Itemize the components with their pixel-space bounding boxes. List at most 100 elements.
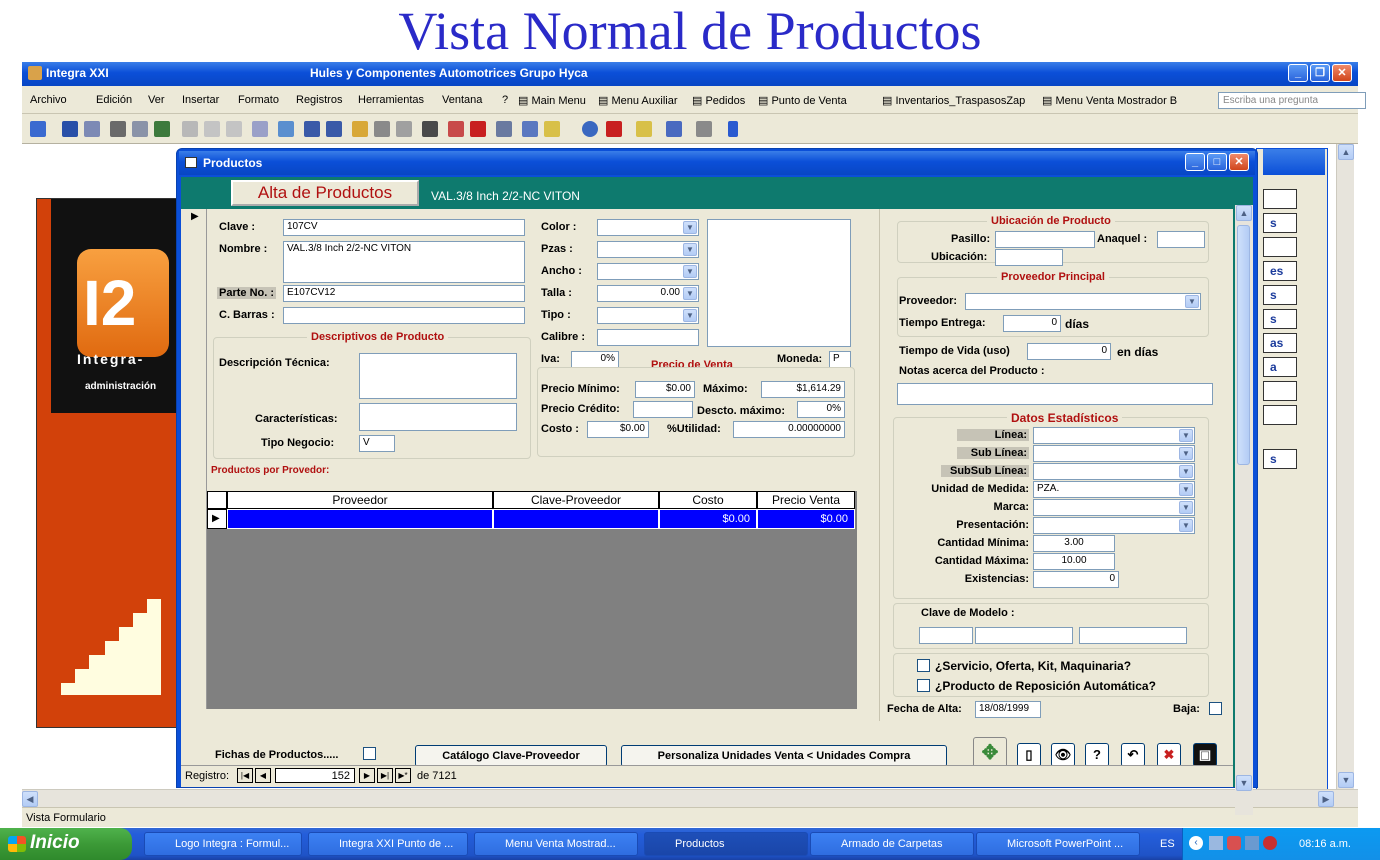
- font-color-icon[interactable]: [606, 121, 622, 137]
- chevron-down-icon[interactable]: ▼: [683, 309, 697, 322]
- moneda-field[interactable]: P: [829, 351, 851, 368]
- bg-form-button[interactable]: a: [1263, 357, 1297, 377]
- last-record-icon[interactable]: ▶|: [377, 768, 393, 783]
- menu-auxiliar-shortcut[interactable]: ▤ Menu Auxiliar: [598, 94, 678, 107]
- close-icon[interactable]: ✕: [1332, 64, 1352, 82]
- grid-header-proveedor[interactable]: Proveedor: [227, 491, 493, 509]
- find-icon[interactable]: [422, 121, 438, 137]
- maximize-icon[interactable]: □: [1207, 153, 1227, 171]
- first-record-icon[interactable]: |◀: [237, 768, 253, 783]
- caracteristicas-field[interactable]: [359, 403, 517, 431]
- costo-field[interactable]: $0.00: [587, 421, 649, 438]
- task-integra-punto[interactable]: Integra XXI Punto de ...: [308, 832, 468, 856]
- grid-cell-clave[interactable]: [493, 509, 659, 529]
- menu-herramientas[interactable]: Herramientas: [358, 94, 424, 106]
- grid-cell-costo[interactable]: $0.00: [659, 509, 757, 529]
- vertical-scrollbar[interactable]: ▲ ▼: [1336, 144, 1354, 789]
- chevron-down-icon[interactable]: ▼: [1185, 295, 1199, 308]
- nombre-field[interactable]: VAL.3/8 Inch 2/2-NC VITON: [283, 241, 525, 283]
- scroll-up-icon[interactable]: ▲: [1338, 144, 1354, 160]
- restore-icon[interactable]: ❐: [1310, 64, 1330, 82]
- task-powerpoint[interactable]: Microsoft PowerPoint ...: [976, 832, 1140, 856]
- color-select[interactable]: ▼: [597, 219, 699, 236]
- prev-record-icon[interactable]: ◀: [255, 768, 271, 783]
- exit-icon[interactable]: ▣: [1193, 743, 1217, 767]
- filter-form-icon[interactable]: [374, 121, 390, 137]
- grid-cell-precio[interactable]: $0.00: [757, 509, 855, 529]
- sort-asc-icon[interactable]: [304, 121, 320, 137]
- task-menu-venta[interactable]: Menu Venta Mostrad...: [474, 832, 638, 856]
- ask-question-input[interactable]: Escriba una pregunta: [1218, 92, 1366, 109]
- minimize-icon[interactable]: _: [1288, 64, 1308, 82]
- spelling-icon[interactable]: [154, 121, 170, 137]
- hyperlink-icon[interactable]: [278, 121, 294, 137]
- chevron-down-icon[interactable]: ▼: [683, 243, 697, 256]
- chevron-down-icon[interactable]: ▼: [683, 287, 697, 300]
- bg-form-button[interactable]: es: [1263, 261, 1297, 281]
- tiempo-vida-field[interactable]: 0: [1027, 343, 1111, 360]
- menu-edicion[interactable]: Edición: [96, 94, 132, 106]
- minimize-icon[interactable]: _: [1185, 153, 1205, 171]
- parte-field[interactable]: E107CV12: [283, 285, 525, 302]
- chevron-down-icon[interactable]: ▼: [1179, 429, 1193, 442]
- tipo-negocio-field[interactable]: V: [359, 435, 395, 452]
- tipo-select[interactable]: ▼: [597, 307, 699, 324]
- clave-field[interactable]: 107CV: [283, 219, 525, 236]
- marca-select[interactable]: ▼: [1033, 499, 1195, 516]
- bg-form-button[interactable]: as: [1263, 333, 1297, 353]
- properties-icon[interactable]: [496, 121, 512, 137]
- paste-icon[interactable]: [226, 121, 242, 137]
- task-logo-integra[interactable]: Logo Integra : Formul...: [144, 832, 302, 856]
- chevron-down-icon[interactable]: ▼: [1179, 447, 1193, 460]
- undo-icon[interactable]: ↶: [1121, 743, 1145, 767]
- network-icon[interactable]: [1209, 836, 1223, 850]
- save-icon[interactable]: [62, 121, 78, 137]
- fecha-alta-field[interactable]: 18/08/1999: [975, 701, 1041, 718]
- personaliza-unidades-button[interactable]: Personaliza Unidades Venta < Unidades Co…: [621, 745, 947, 767]
- chevron-down-icon[interactable]: ▼: [1179, 465, 1193, 478]
- desc-tecnica-field[interactable]: [359, 353, 517, 399]
- task-armado-carpetas[interactable]: Armado de Carpetas: [810, 832, 974, 856]
- menu-registros[interactable]: Registros: [296, 94, 342, 106]
- form-scrollbar[interactable]: ▲ ▼: [1235, 205, 1253, 815]
- maximo-field[interactable]: $1,614.29: [761, 381, 845, 398]
- utilidad-field[interactable]: 0.00000000: [733, 421, 845, 438]
- delete-record-icon[interactable]: [470, 121, 486, 137]
- toolbar-options-icon[interactable]: [728, 121, 738, 137]
- existencias-field[interactable]: 0: [1033, 571, 1119, 588]
- fichas-checkbox[interactable]: [363, 747, 376, 760]
- pedidos-shortcut[interactable]: ▤ Pedidos: [692, 94, 745, 107]
- database-window-icon[interactable]: [522, 121, 538, 137]
- talla-select[interactable]: 0.00 ▼: [597, 285, 699, 302]
- grid-cell-proveedor[interactable]: [227, 509, 493, 529]
- undo-icon[interactable]: [252, 121, 268, 137]
- reposicion-checkbox[interactable]: [917, 679, 930, 692]
- security-icon[interactable]: [1263, 836, 1277, 850]
- record-selector[interactable]: ▶: [185, 209, 207, 709]
- new-record-icon[interactable]: [448, 121, 464, 137]
- preview-icon[interactable]: [132, 121, 148, 137]
- bg-form-button[interactable]: s: [1263, 449, 1297, 469]
- next-record-icon[interactable]: ▶: [359, 768, 375, 783]
- ubicacion-field[interactable]: [995, 249, 1063, 266]
- menu-ver[interactable]: Ver: [148, 94, 165, 106]
- bg-form-button[interactable]: [1263, 189, 1297, 209]
- sublinea-select[interactable]: ▼: [1033, 445, 1195, 462]
- menu-formato[interactable]: Formato: [238, 94, 279, 106]
- bg-form-button[interactable]: [1263, 405, 1297, 425]
- notas-field[interactable]: [897, 383, 1213, 405]
- menu-help[interactable]: ?: [502, 94, 508, 106]
- grid-header-clave-proveedor[interactable]: Clave-Proveedor: [493, 491, 659, 509]
- tiempo-entrega-field[interactable]: 0: [1003, 315, 1061, 332]
- chevron-down-icon[interactable]: ▼: [683, 221, 697, 234]
- unidad-select[interactable]: PZA. ▼: [1033, 481, 1195, 498]
- search-icon[interactable]: [84, 121, 100, 137]
- help-icon[interactable]: [582, 121, 598, 137]
- chevron-down-icon[interactable]: ▼: [1179, 483, 1193, 496]
- anaquel-field[interactable]: [1157, 231, 1205, 248]
- baja-checkbox[interactable]: [1209, 702, 1222, 715]
- antivirus-icon[interactable]: [1227, 836, 1241, 850]
- grid-header-precio-venta[interactable]: Precio Venta: [757, 491, 855, 509]
- scroll-left-icon[interactable]: ◀: [22, 791, 38, 807]
- close-icon[interactable]: ✕: [1229, 153, 1249, 171]
